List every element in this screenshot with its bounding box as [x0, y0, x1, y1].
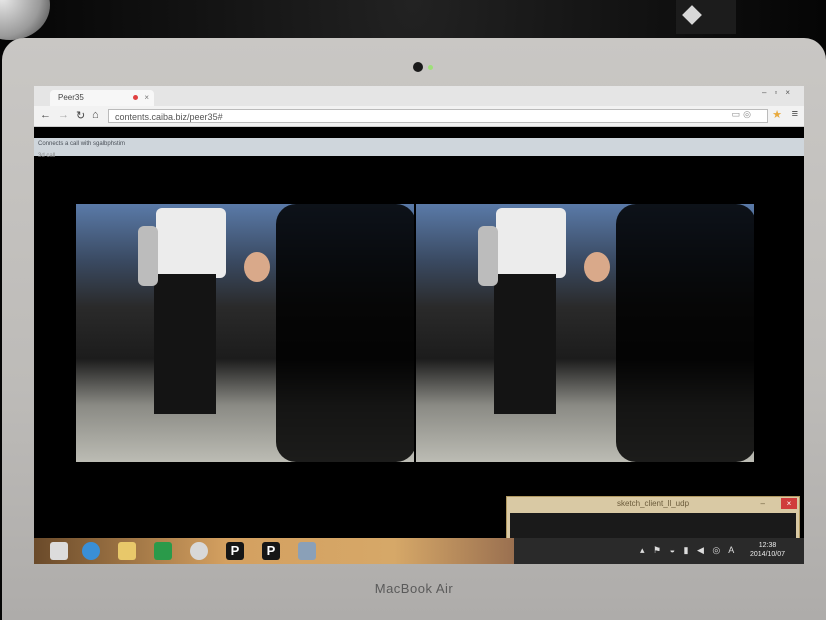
clock-time: 12:38: [758, 542, 777, 549]
page-header-bar: Connects a call with sgalbphstim: [34, 138, 804, 156]
windows-start-icon[interactable]: [50, 542, 68, 560]
home-icon[interactable]: ⌂: [92, 109, 99, 121]
clock[interactable]: 12:38 2014/10/07: [750, 541, 785, 559]
sketch-window-title: sketch_client_ll_udp: [616, 499, 690, 508]
windows-taskbar: P P ▴ ⚑ ◒ ▮ ◀ ◎ A 12:38 2014/10/07: [34, 538, 804, 564]
menu-icon[interactable]: ≡: [792, 108, 798, 120]
video-feed-left: [76, 204, 414, 462]
browser-tabstrip: Peer35 × –▫×: [34, 86, 804, 106]
person-pants: [494, 274, 556, 414]
person-head: [584, 252, 610, 282]
recording-icon: [133, 95, 138, 100]
processing-icon[interactable]: P: [262, 542, 280, 560]
reload-icon[interactable]: ↻: [76, 109, 85, 122]
laptop-brand: MacBook Air: [374, 581, 454, 596]
app-icon[interactable]: [298, 542, 316, 560]
minimize-icon[interactable]: –: [761, 497, 765, 511]
person-shirt: [156, 208, 226, 278]
extension-icons[interactable]: ▭◎: [732, 109, 754, 120]
close-button[interactable]: ×: [781, 498, 797, 509]
tab-title: Peer35: [58, 93, 84, 102]
close-icon[interactable]: ×: [144, 90, 149, 106]
window-controls[interactable]: –▫×: [762, 88, 798, 97]
page-subtext: 3d call: [38, 153, 56, 159]
video-feed-right: [416, 204, 754, 462]
person-shirt: [496, 208, 566, 278]
forward-icon[interactable]: →: [58, 109, 69, 121]
person-bystander: [478, 226, 498, 286]
address-bar[interactable]: contents.caiba.biz/peer35#: [108, 109, 768, 123]
person-head: [244, 252, 270, 282]
foreground-shadow: [276, 204, 414, 462]
internet-explorer-icon[interactable]: [82, 542, 100, 560]
laptop-screen: Peer35 × –▫× ← → ↻ ⌂ contents.caiba.biz/…: [34, 86, 804, 564]
webcam-led: [428, 65, 433, 70]
system-tray[interactable]: ▴ ⚑ ◒ ▮ ◀ ◎ A: [640, 545, 737, 556]
person-bystander: [138, 226, 158, 286]
page-header-text: Connects a call with sgalbphstim: [38, 141, 126, 147]
person-pants: [154, 274, 216, 414]
webcam: [413, 62, 423, 72]
file-explorer-icon[interactable]: [118, 542, 136, 560]
browser-tab[interactable]: Peer35 ×: [50, 90, 154, 106]
bookmark-star-icon[interactable]: ★: [772, 108, 782, 121]
processing-icon[interactable]: P: [226, 542, 244, 560]
clock-date: 2014/10/07: [750, 551, 786, 558]
back-icon[interactable]: ←: [40, 109, 51, 121]
browser-toolbar: ← → ↻ ⌂ contents.caiba.biz/peer35# ▭◎ ★ …: [34, 106, 804, 127]
foreground-shadow: [616, 204, 754, 462]
store-icon[interactable]: [154, 542, 172, 560]
chrome-icon[interactable]: [190, 542, 208, 560]
